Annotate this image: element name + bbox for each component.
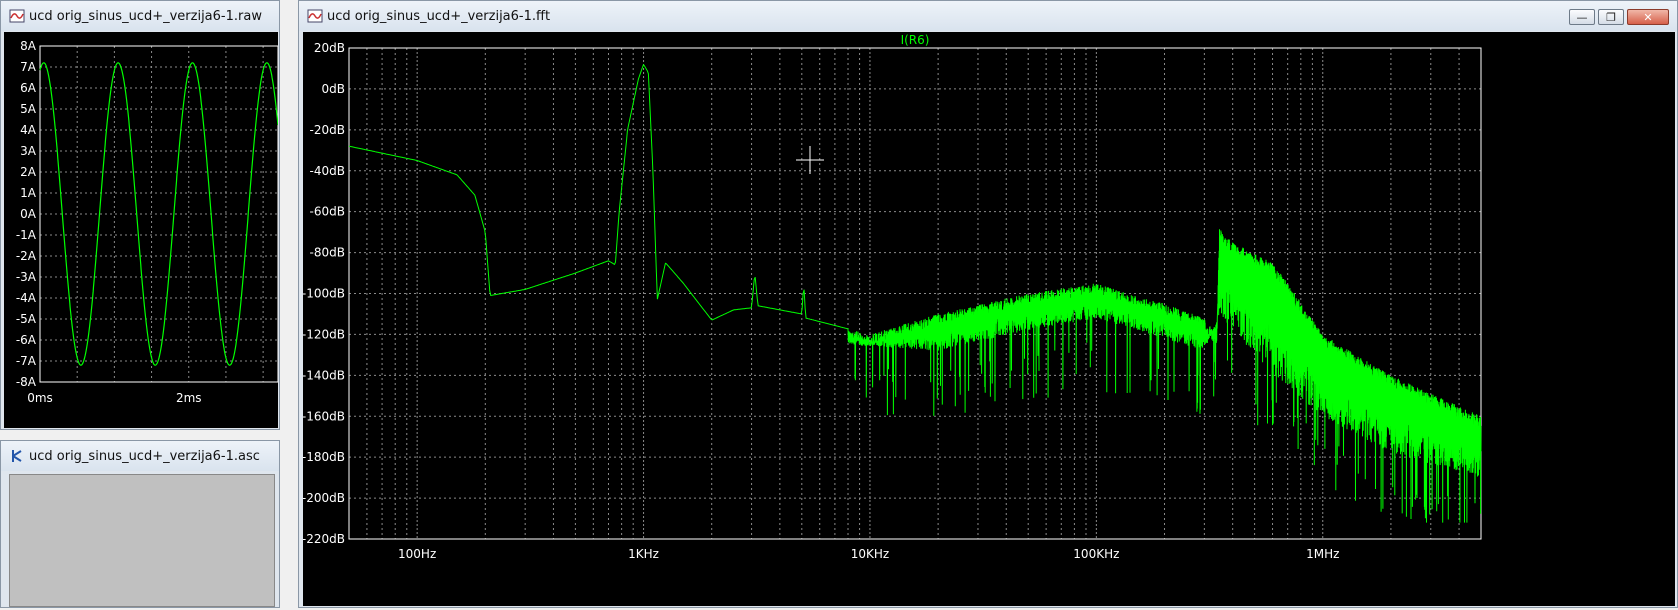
raw-y-tick-label: -6A — [16, 333, 37, 347]
raw-x-tick-label: 2ms — [176, 391, 202, 405]
fft-y-tick-label: -180dB — [303, 450, 345, 464]
raw-y-tick-label: -8A — [16, 375, 37, 389]
fft-x-tick-label: 10KHz — [851, 547, 889, 561]
raw-y-tick-label: -7A — [16, 354, 37, 368]
raw-x-tick-label: 0ms — [27, 391, 53, 405]
raw-y-tick-label: -2A — [16, 249, 37, 263]
fft-y-tick-label: -160dB — [303, 409, 345, 423]
fft-y-tick-label: -120dB — [303, 327, 345, 341]
minimize-button[interactable]: — — [1569, 9, 1595, 25]
fft-trace-title: I(R6) — [901, 33, 930, 47]
asc-window[interactable]: ucd orig_sinus_ucd+_verzija6-1.asc — [0, 440, 280, 608]
fft-y-tick-label: -60dB — [310, 205, 345, 219]
fft-y-tick-label: -80dB — [310, 246, 345, 260]
raw-y-tick-label: -5A — [16, 312, 37, 326]
waveform-icon — [9, 9, 25, 23]
raw-y-tick-label: -3A — [16, 270, 37, 284]
asc-window-title: ucd orig_sinus_ucd+_verzija6-1.asc — [29, 448, 260, 464]
fft-y-tick-label: 20dB — [314, 41, 345, 55]
raw-waveform-plot[interactable]: 8A 7A 6A 5A 4A 3A 2A 1A 0A -1A -2A -3A -4A -5A -6A -7A -… — [4, 32, 279, 428]
fft-y-tick-label: -40dB — [310, 164, 345, 178]
fft-x-tick-label: 1KHz — [628, 547, 659, 561]
raw-y-tick-label: 6A — [20, 81, 37, 95]
waveform-icon — [307, 9, 323, 23]
raw-y-tick-label: 8A — [20, 39, 37, 53]
fft-y-tick-label: -220dB — [303, 532, 345, 546]
fft-y-tick-label: -20dB — [310, 123, 345, 137]
raw-y-tick-label: 2A — [20, 165, 37, 179]
fft-y-tick-label: -140dB — [303, 368, 345, 382]
schematic-canvas[interactable] — [9, 474, 275, 607]
window-controls: — ❐ ✕ — [1569, 9, 1669, 25]
close-button[interactable]: ✕ — [1627, 9, 1669, 25]
raw-y-tick-label: 4A — [20, 123, 37, 137]
restore-button[interactable]: ❐ — [1598, 9, 1624, 25]
raw-window-title: ucd orig_sinus_ucd+_verzija6-1.raw — [29, 8, 262, 24]
raw-y-tick-label: 7A — [20, 60, 37, 74]
fft-window[interactable]: ucd orig_sinus_ucd+_verzija6-1.fft — ❐ ✕… — [298, 0, 1678, 608]
fft-spectrum-plot[interactable]: I(R6) 20dB 0dB -20dB -40dB -60dB -80dB -100dB -1… — [302, 32, 1675, 606]
raw-y-tick-label: -4A — [16, 291, 37, 305]
raw-y-tick-label: 5A — [20, 102, 37, 116]
raw-y-tick-label: 0A — [20, 207, 37, 221]
fft-x-tick-label: 1MHz — [1306, 547, 1339, 561]
fft-y-tick-label: -200dB — [303, 491, 345, 505]
raw-y-tick-label: 1A — [20, 186, 37, 200]
raw-window[interactable]: ucd orig_sinus_ucd+_verzija6-1.raw 8A 7A 6… — [0, 0, 280, 430]
fft-x-tick-label: 100KHz — [1073, 547, 1119, 561]
fft-x-tick-label: 100Hz — [398, 547, 436, 561]
fft-y-tick-label: 0dB — [322, 82, 345, 96]
raw-plot-area[interactable]: 8A 7A 6A 5A 4A 3A 2A 1A 0A -1A -2A -3A -4A -5A -6A -7A -… — [4, 32, 279, 428]
fft-y-tick-label: -100dB — [303, 287, 345, 301]
raw-y-tick-label: 3A — [20, 144, 37, 158]
fft-plot-area[interactable]: I(R6) 20dB 0dB -20dB -40dB -60dB -80dB -100dB -1… — [302, 32, 1675, 606]
asc-window-titlebar[interactable]: ucd orig_sinus_ucd+_verzija6-1.asc — [1, 441, 279, 471]
raw-window-titlebar[interactable]: ucd orig_sinus_ucd+_verzija6-1.raw — [1, 1, 279, 31]
fft-window-titlebar[interactable]: ucd orig_sinus_ucd+_verzija6-1.fft — ❐ ✕ — [299, 1, 1677, 31]
fft-window-title: ucd orig_sinus_ucd+_verzija6-1.fft — [327, 8, 551, 24]
schematic-icon — [12, 450, 22, 462]
raw-y-tick-label: -1A — [16, 228, 37, 242]
